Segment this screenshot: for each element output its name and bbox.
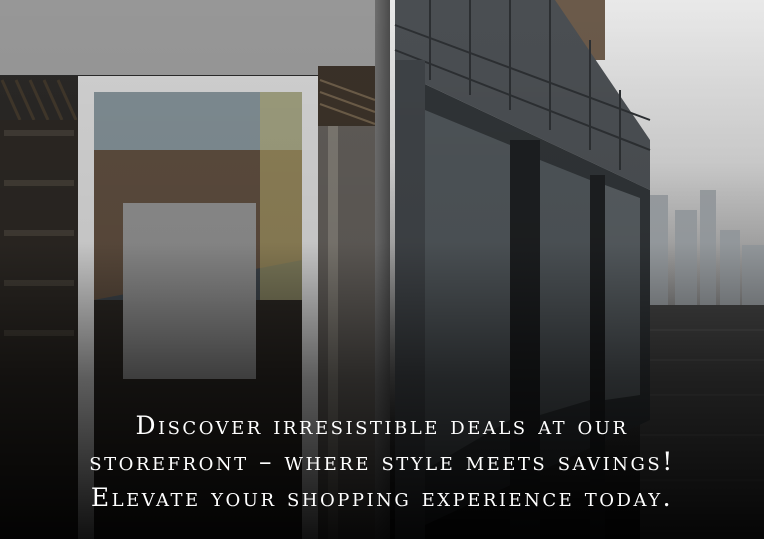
- promo-caption: Discover irresistible deals at our store…: [20, 408, 744, 516]
- storefront-promo-image: Discover irresistible deals at our store…: [0, 0, 764, 539]
- caption-line-1: Discover irresistible deals at our: [135, 411, 629, 440]
- caption-line-2: storefront – where style meets savings!: [89, 447, 675, 476]
- caption-line-3: Elevate your shopping experience today.: [90, 483, 674, 512]
